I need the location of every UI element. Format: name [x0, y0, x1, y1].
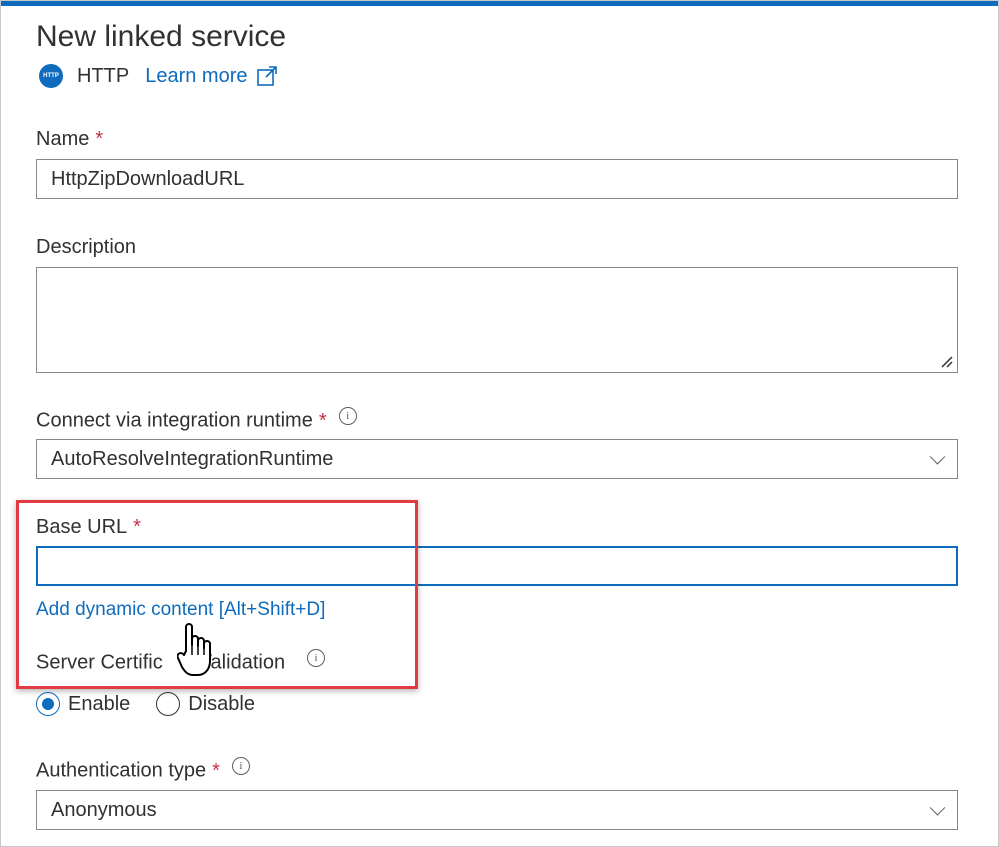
http-globe-icon: HTTP	[39, 64, 63, 88]
auth-type-value: Anonymous	[51, 798, 157, 821]
chevron-down-icon	[929, 800, 946, 816]
name-label: Name *	[36, 128, 104, 150]
name-input[interactable]: HttpZipDownloadURL	[36, 159, 958, 199]
resize-handle-icon[interactable]	[941, 356, 953, 368]
external-link-icon[interactable]	[256, 65, 278, 87]
description-textarea[interactable]	[36, 267, 958, 373]
hand-cursor-icon	[177, 623, 211, 676]
integration-runtime-label: Connect via integration runtime * i	[36, 407, 357, 433]
disable-radio-label[interactable]: Disable	[188, 693, 255, 716]
service-type-label: HTTP	[77, 64, 130, 87]
enable-radio[interactable]	[36, 692, 60, 716]
integration-runtime-select[interactable]: AutoResolveIntegrationRuntime	[36, 439, 958, 479]
disable-radio[interactable]	[156, 692, 181, 716]
auth-type-label: Authentication type * i	[36, 757, 250, 783]
server-cert-radio-group: Enable Disable	[36, 689, 255, 719]
required-marker: *	[318, 409, 327, 432]
service-type-row: HTTP HTTP Learn more	[39, 61, 278, 91]
info-icon[interactable]: i	[338, 407, 357, 425]
panel-top-accent-bar	[1, 1, 998, 6]
enable-radio-label[interactable]: Enable	[68, 693, 130, 716]
integration-runtime-value: AutoResolveIntegrationRuntime	[51, 447, 334, 470]
chevron-down-icon	[929, 449, 946, 465]
required-marker: *	[212, 759, 220, 782]
required-marker: *	[95, 128, 104, 150]
description-label: Description	[36, 236, 137, 258]
linked-service-panel: New linked service HTTP HTTP Learn more …	[0, 0, 999, 847]
learn-more-link[interactable]: Learn more	[145, 65, 247, 88]
info-icon[interactable]: i	[231, 757, 250, 775]
highlight-box	[16, 500, 418, 689]
auth-type-select[interactable]: Anonymous	[36, 790, 958, 830]
panel-title: New linked service	[36, 20, 287, 53]
